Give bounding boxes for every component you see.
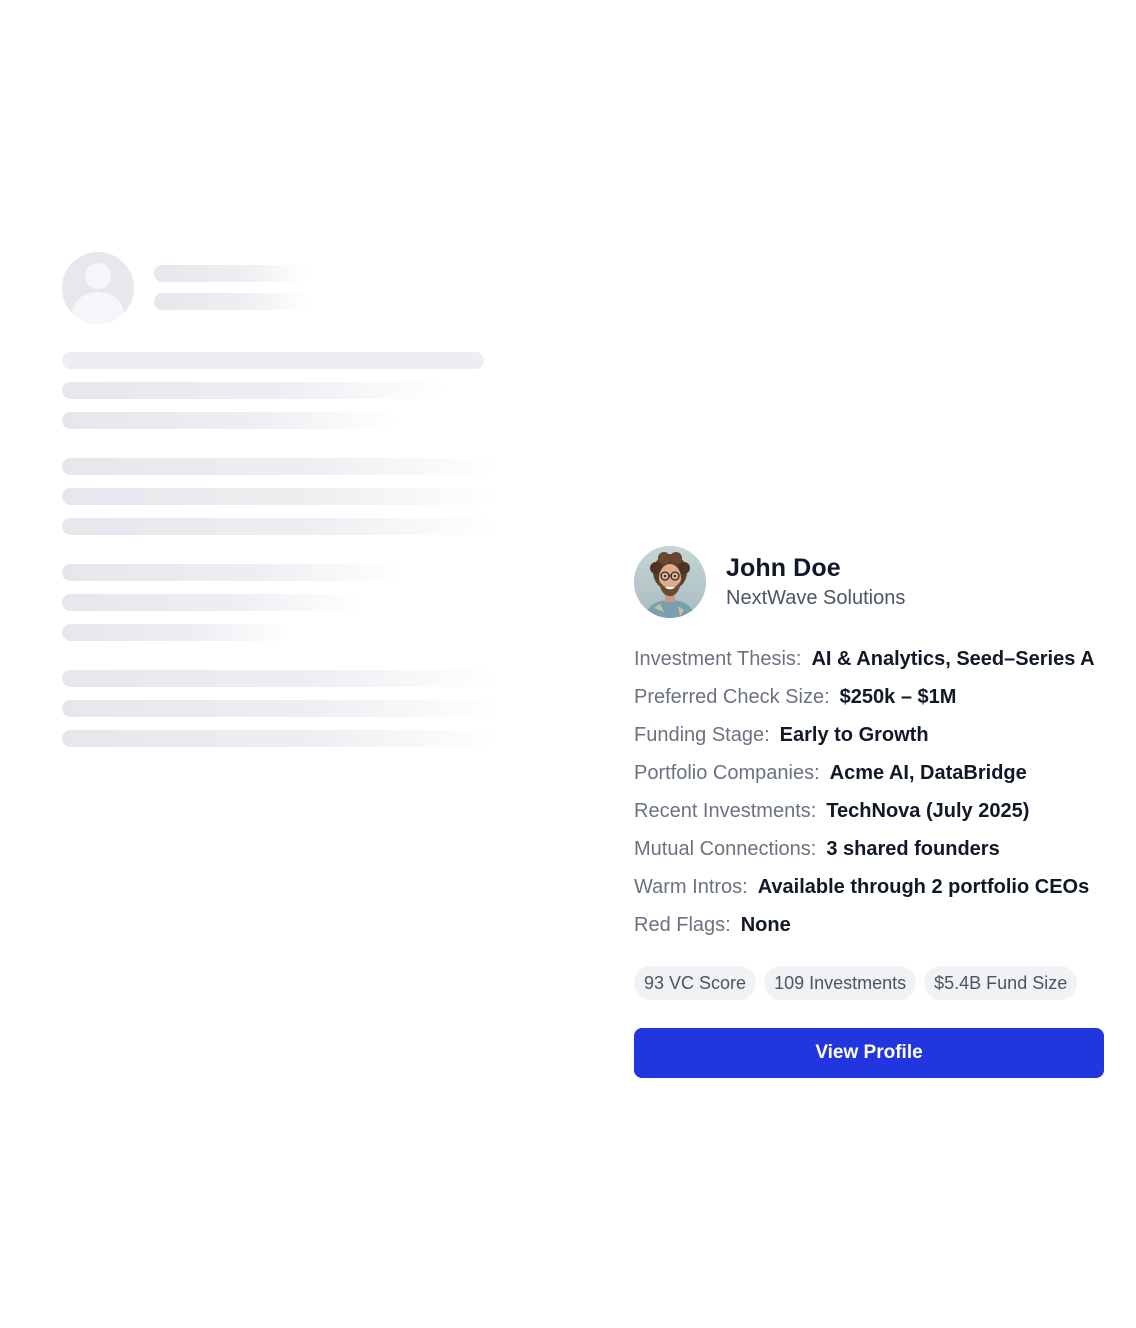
detail-row-warm-intros: Warm Intros: Available through 2 portfoli… <box>634 874 1089 900</box>
skeleton-line <box>62 594 362 611</box>
skeleton-line <box>62 412 398 429</box>
portrait-photo <box>634 546 706 618</box>
detail-value: AI & Analytics, Seed–Series A <box>811 648 1095 670</box>
detail-value: $250k – $1M <box>839 686 957 708</box>
detail-label: Recent Investments: <box>634 800 817 822</box>
detail-row-investment-thesis: Investment Thesis: AI & Analytics, Seed–S… <box>634 646 1095 672</box>
fund-size-badge: $5.4B Fund Size <box>924 966 1078 1000</box>
skeleton-line <box>62 352 484 369</box>
skeleton-line <box>62 458 498 475</box>
detail-label: Preferred Check Size: <box>634 686 830 708</box>
detail-row-check-size: Preferred Check Size: $250k – $1M <box>634 684 956 710</box>
detail-row-portfolio-companies: Portfolio Companies: Acme AI, DataBridge <box>634 760 1027 786</box>
placeholder-avatar-icon <box>62 252 134 324</box>
skeleton-line <box>62 700 498 717</box>
detail-label: Funding Stage: <box>634 724 770 746</box>
detail-label: Mutual Connections: <box>634 838 817 860</box>
detail-label: Portfolio Companies: <box>634 762 820 784</box>
stats-chips: 93 VC Score 109 Investments $5.4B Fund Siz… <box>634 966 1085 1000</box>
skeleton-line <box>62 488 498 505</box>
placeholder-shoulders <box>72 292 124 324</box>
skeleton-line <box>62 670 498 687</box>
detail-row-mutual-connections: Mutual Connections: 3 shared founders <box>634 836 1000 862</box>
detail-value: Acme AI, DataBridge <box>829 762 1027 784</box>
skeleton-line <box>62 624 292 641</box>
detail-label: Investment Thesis: <box>634 648 802 670</box>
detail-label: Red Flags: <box>634 914 731 936</box>
skeleton-line <box>62 564 404 581</box>
detail-value: Early to Growth <box>779 724 929 746</box>
profile-name: John Doe <box>726 554 841 582</box>
detail-label: Warm Intros: <box>634 876 748 898</box>
avatar <box>634 546 706 618</box>
detail-row-recent-investments: Recent Investments: TechNova (July 2025) <box>634 798 1029 824</box>
investments-badge: 109 Investments <box>764 966 917 1000</box>
view-profile-button[interactable]: View Profile <box>634 1028 1104 1078</box>
detail-row-red-flags: Red Flags: None <box>634 912 791 938</box>
detail-value: Available through 2 portfolio CEOs <box>757 876 1090 898</box>
skeleton-line <box>62 730 498 747</box>
detail-row-funding-stage: Funding Stage: Early to Growth <box>634 722 929 748</box>
detail-value: 3 shared founders <box>826 838 1000 860</box>
skeleton-line <box>62 382 446 399</box>
skeleton-line <box>62 518 498 535</box>
profile-company: NextWave Solutions <box>726 587 906 609</box>
detail-value: TechNova (July 2025) <box>826 800 1030 822</box>
detail-value: None <box>740 914 791 936</box>
skeleton-line <box>154 265 310 282</box>
placeholder-head <box>85 263 111 289</box>
vc-score-badge: 93 VC Score <box>634 966 757 1000</box>
skeleton-line <box>154 293 310 310</box>
